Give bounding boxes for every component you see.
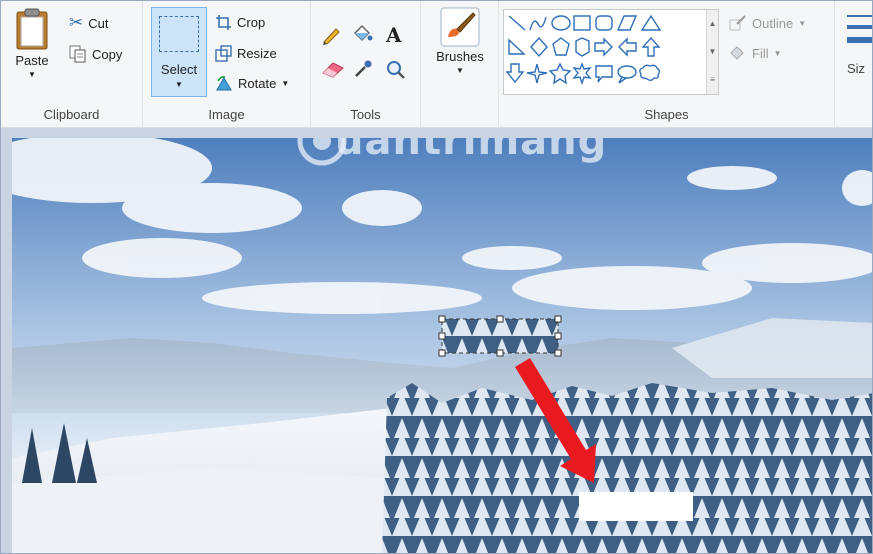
select-rectangle-icon xyxy=(159,16,199,52)
clipboard-group-label: Clipboard xyxy=(43,107,100,122)
watermark-text: uantrimang xyxy=(335,138,608,164)
copy-button[interactable]: Copy xyxy=(69,45,122,63)
scissors-icon: ✂ xyxy=(69,13,84,32)
line-size-icon xyxy=(847,15,872,43)
clipboard-icon xyxy=(16,8,48,50)
more-shapes-button[interactable]: ≡ xyxy=(706,66,718,94)
paste-label: Paste xyxy=(15,53,49,68)
resize-icon xyxy=(215,45,232,62)
magnifier-icon[interactable] xyxy=(385,59,407,81)
eraser-icon[interactable] xyxy=(321,61,345,79)
chevron-down-icon: ▼ xyxy=(175,80,183,89)
select-button[interactable]: Select ▼ xyxy=(151,7,207,97)
image-group-label: Image xyxy=(208,107,245,122)
scroll-down-button[interactable]: ▼ xyxy=(706,38,718,66)
rotate-icon xyxy=(216,76,232,91)
size-group: Siz xyxy=(835,1,872,128)
shapes-gallery-icons xyxy=(506,14,662,86)
resize-label: Resize xyxy=(237,46,277,61)
brushes-group: Brushes ▼ xyxy=(421,1,499,128)
rotate-label: Rotate xyxy=(238,75,277,91)
winter-landscape-image xyxy=(12,138,872,553)
fill-bucket-icon[interactable] xyxy=(351,23,373,45)
rotate-button[interactable]: Rotate ▼ xyxy=(215,75,289,91)
paste-button[interactable]: Paste ▼ xyxy=(7,7,57,97)
copy-label: Copy xyxy=(92,46,123,62)
workspace-border-left xyxy=(1,128,12,553)
fill-button[interactable]: Fill ▼ xyxy=(729,45,782,61)
white-erased-area xyxy=(579,492,693,521)
workspace-border-top xyxy=(1,128,872,138)
fill-label: Fill xyxy=(752,45,769,61)
selection-rectangle xyxy=(441,318,559,354)
select-label: Select xyxy=(160,62,198,77)
cut-label: Cut xyxy=(88,15,109,31)
chevron-down-icon: ▼ xyxy=(456,66,464,75)
tools-group-label: Tools xyxy=(350,107,381,122)
scroll-up-button[interactable]: ▲ xyxy=(706,10,718,38)
resize-button[interactable]: Resize xyxy=(215,45,277,62)
outline-brush-icon xyxy=(729,15,746,31)
pencil-icon[interactable] xyxy=(321,25,343,45)
outline-button[interactable]: Outline ▼ xyxy=(729,15,806,31)
size-button[interactable]: Siz xyxy=(847,13,872,76)
shapes-gallery[interactable]: ▲ ▼ ≡ xyxy=(503,9,719,95)
brushes-button[interactable]: Brushes ▼ xyxy=(427,7,493,97)
text-tool-icon[interactable]: A xyxy=(386,23,402,47)
paint-window: Paste ▼ ✂ Cut Copy Clipboard Image Selec… xyxy=(0,0,873,554)
chevron-down-icon: ▼ xyxy=(798,18,807,28)
brushes-label: Brushes xyxy=(436,49,484,64)
brush-icon xyxy=(440,7,480,47)
outline-label: Outline xyxy=(752,15,794,31)
clipboard-group: Paste ▼ ✂ Cut Copy Clipboard xyxy=(1,1,143,128)
crop-icon xyxy=(216,15,231,30)
fill-icon xyxy=(730,46,744,60)
chevron-down-icon: ▼ xyxy=(281,78,290,88)
chevron-down-icon: ▼ xyxy=(773,48,782,58)
size-label: Siz xyxy=(847,61,866,76)
canvas[interactable]: uantrimang xyxy=(12,138,872,553)
crop-button[interactable]: Crop xyxy=(215,14,265,31)
crop-label: Crop xyxy=(237,15,266,30)
color-picker-icon[interactable] xyxy=(353,59,373,79)
chevron-down-icon: ▼ xyxy=(28,70,36,79)
copy-icon xyxy=(69,45,86,63)
shapes-group-label: Shapes xyxy=(644,107,689,122)
cut-button[interactable]: ✂ Cut xyxy=(69,13,108,33)
ribbon: Paste ▼ ✂ Cut Copy Clipboard Image Selec… xyxy=(1,1,872,128)
